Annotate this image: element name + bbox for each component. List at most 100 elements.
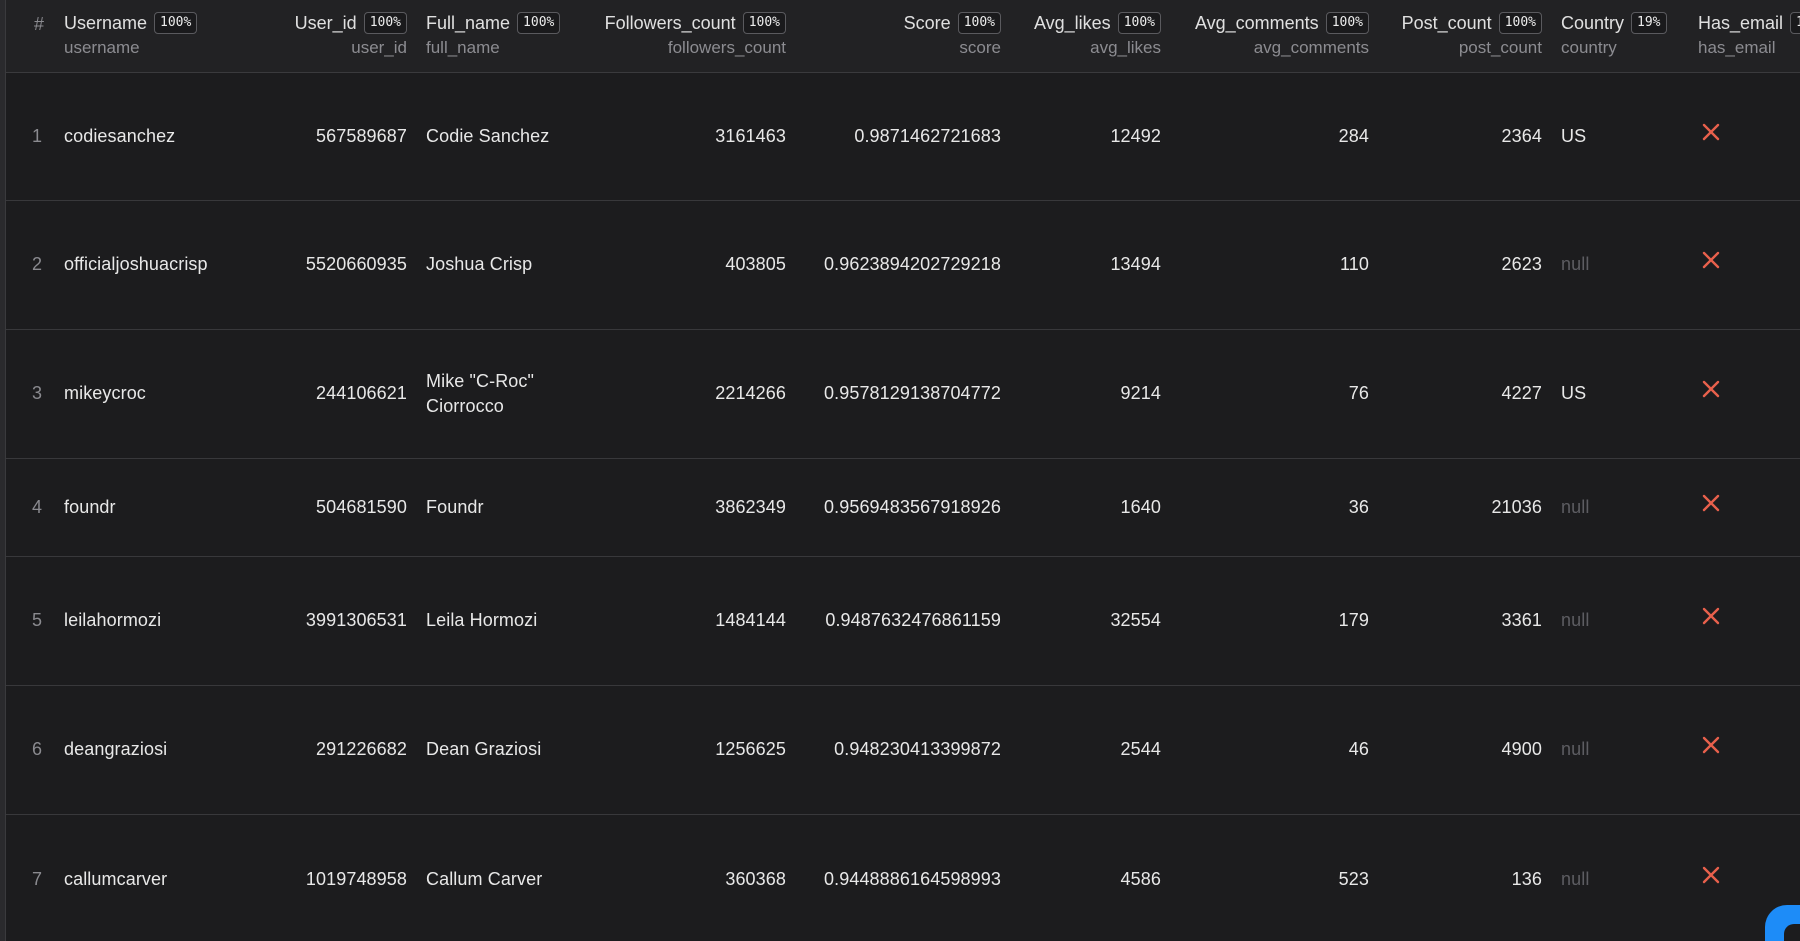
- cell-value: 3361: [1501, 610, 1542, 630]
- cell-user-id[interactable]: 504681590: [256, 458, 407, 556]
- cell-full-name[interactable]: Foundr: [426, 458, 586, 556]
- cell-followers-count[interactable]: 403805: [586, 200, 786, 329]
- column-header-full-name[interactable]: Full_name 100% full_name: [426, 10, 586, 62]
- cell-score[interactable]: 0.9569483567918926: [796, 458, 1001, 556]
- cell-score[interactable]: 0.948230413399872: [796, 685, 1001, 814]
- cell-score[interactable]: 0.9487632476861159: [796, 556, 1001, 685]
- table-row[interactable]: 2 officialjoshuacrisp 5520660935 Joshua Cri…: [6, 200, 1800, 330]
- cell-post-count[interactable]: 3361: [1381, 556, 1542, 685]
- cell-followers-count[interactable]: 3161463: [586, 72, 786, 200]
- cell-avg-comments[interactable]: 76: [1171, 329, 1369, 458]
- column-field-name: has_email: [1698, 38, 1776, 57]
- table-row[interactable]: 7 callumcarver 1019748958 Callum Carver 3603…: [6, 814, 1800, 941]
- column-header-post-count[interactable]: Post_count 100% post_count: [1381, 10, 1542, 62]
- cell-user-id[interactable]: 3991306531: [256, 556, 407, 685]
- cell-avg-comments[interactable]: 523: [1171, 814, 1369, 941]
- cell-post-count[interactable]: 4227: [1381, 329, 1542, 458]
- cell-has-email[interactable]: [1698, 685, 1800, 814]
- cell-country[interactable]: US: [1561, 72, 1691, 200]
- cell-country[interactable]: US: [1561, 329, 1691, 458]
- close-x-icon: [1701, 379, 1721, 404]
- cell-full-name[interactable]: Dean Graziosi: [426, 685, 586, 814]
- cell-user-id[interactable]: 1019748958: [256, 814, 407, 941]
- column-header-title: Avg_likes 100%: [1016, 10, 1161, 36]
- cell-user-id[interactable]: 5520660935: [256, 200, 407, 329]
- cell-post-count[interactable]: 2623: [1381, 200, 1542, 329]
- cell-username[interactable]: foundr: [64, 458, 254, 556]
- cell-post-count[interactable]: 136: [1381, 814, 1542, 941]
- column-header-has-email[interactable]: Has_email 1 has_email: [1698, 10, 1800, 62]
- cell-username[interactable]: officialjoshuacrisp: [64, 200, 254, 329]
- cell-user-id[interactable]: 567589687: [256, 72, 407, 200]
- cell-avg-likes[interactable]: 13494: [1016, 200, 1161, 329]
- cell-score[interactable]: 0.9448886164598993: [796, 814, 1001, 941]
- column-header-score[interactable]: Score 100% score: [796, 10, 1001, 62]
- cell-avg-likes[interactable]: 4586: [1016, 814, 1161, 941]
- cell-post-count[interactable]: 2364: [1381, 72, 1542, 200]
- column-header-title: Post_count 100%: [1381, 10, 1542, 36]
- cell-country[interactable]: null: [1561, 200, 1691, 329]
- cell-avg-comments[interactable]: 110: [1171, 200, 1369, 329]
- column-header-avg-likes[interactable]: Avg_likes 100% avg_likes: [1016, 10, 1161, 62]
- cell-full-name[interactable]: Leila Hormozi: [426, 556, 586, 685]
- cell-avg-comments[interactable]: 46: [1171, 685, 1369, 814]
- cell-avg-likes[interactable]: 32554: [1016, 556, 1161, 685]
- column-header-avg-comments[interactable]: Avg_comments 100% avg_comments: [1171, 10, 1369, 62]
- cell-has-email[interactable]: [1698, 556, 1800, 685]
- column-field-name: followers_count: [667, 38, 786, 57]
- cell-avg-likes[interactable]: 9214: [1016, 329, 1161, 458]
- cell-avg-likes[interactable]: 2544: [1016, 685, 1161, 814]
- cell-user-id[interactable]: 244106621: [256, 329, 407, 458]
- cell-avg-likes[interactable]: 12492: [1016, 72, 1161, 200]
- column-label: Username: [64, 12, 148, 33]
- cell-score[interactable]: 0.9623894202729218: [796, 200, 1001, 329]
- column-field-name: username: [64, 38, 140, 57]
- cell-full-name[interactable]: Callum Carver: [426, 814, 586, 941]
- cell-full-name[interactable]: Joshua Crisp: [426, 200, 586, 329]
- cell-username[interactable]: mikeycroc: [64, 329, 254, 458]
- cell-value: 0.948230413399872: [834, 739, 1001, 759]
- cell-followers-count[interactable]: 1484144: [586, 556, 786, 685]
- completeness-badge: 1: [1790, 12, 1800, 34]
- cell-post-count[interactable]: 4900: [1381, 685, 1542, 814]
- cell-username[interactable]: deangraziosi: [64, 685, 254, 814]
- cell-has-email[interactable]: [1698, 458, 1800, 556]
- cell-score[interactable]: 0.9578129138704772: [796, 329, 1001, 458]
- cell-followers-count[interactable]: 360368: [586, 814, 786, 941]
- cell-username[interactable]: leilahormozi: [64, 556, 254, 685]
- cell-avg-comments[interactable]: 179: [1171, 556, 1369, 685]
- column-header-country[interactable]: Country 19% country: [1561, 10, 1691, 62]
- cell-country[interactable]: null: [1561, 685, 1691, 814]
- cell-full-name[interactable]: Codie Sanchez: [426, 72, 586, 200]
- cell-has-email[interactable]: [1698, 72, 1800, 200]
- column-header-followers-count[interactable]: Followers_count 100% followers_count: [586, 10, 786, 62]
- cell-score[interactable]: 0.9871462721683: [796, 72, 1001, 200]
- table-row[interactable]: 6 deangraziosi 291226682 Dean Graziosi 12566…: [6, 685, 1800, 815]
- cell-avg-likes[interactable]: 1640: [1016, 458, 1161, 556]
- cell-username[interactable]: callumcarver: [64, 814, 254, 941]
- table-row[interactable]: 3 mikeycroc 244106621 Mike "C-Roc" Ciorrocc…: [6, 329, 1800, 459]
- cell-value: US: [1561, 125, 1587, 146]
- cell-full-name[interactable]: Mike "C-Roc" Ciorrocco: [426, 329, 586, 458]
- cell-followers-count[interactable]: 1256625: [586, 685, 786, 814]
- cell-followers-count[interactable]: 3862349: [586, 458, 786, 556]
- cell-value: 3862349: [715, 496, 786, 517]
- column-header-username[interactable]: Username 100% username: [64, 10, 254, 62]
- cell-avg-comments[interactable]: 36: [1171, 458, 1369, 556]
- cell-value: Codie Sanchez: [426, 125, 550, 146]
- cell-followers-count[interactable]: 2214266: [586, 329, 786, 458]
- cell-country[interactable]: null: [1561, 458, 1691, 556]
- cell-user-id[interactable]: 291226682: [256, 685, 407, 814]
- cell-country[interactable]: null: [1561, 814, 1691, 941]
- table-row[interactable]: 1 codiesanchez 567589687 Codie Sanchez 31614…: [6, 72, 1800, 201]
- cell-post-count[interactable]: 21036: [1381, 458, 1542, 556]
- table-row[interactable]: 5 leilahormozi 3991306531 Leila Hormozi 1484…: [6, 556, 1800, 686]
- cell-has-email[interactable]: [1698, 200, 1800, 329]
- cell-country[interactable]: null: [1561, 556, 1691, 685]
- table-row[interactable]: 4 foundr 504681590 Foundr 3862349 0.956948356…: [6, 458, 1800, 557]
- column-label: Avg_comments: [1194, 12, 1319, 33]
- column-header-user-id[interactable]: User_id 100% user_id: [256, 10, 407, 62]
- cell-avg-comments[interactable]: 284: [1171, 72, 1369, 200]
- cell-has-email[interactable]: [1698, 329, 1800, 458]
- cell-username[interactable]: codiesanchez: [64, 72, 254, 200]
